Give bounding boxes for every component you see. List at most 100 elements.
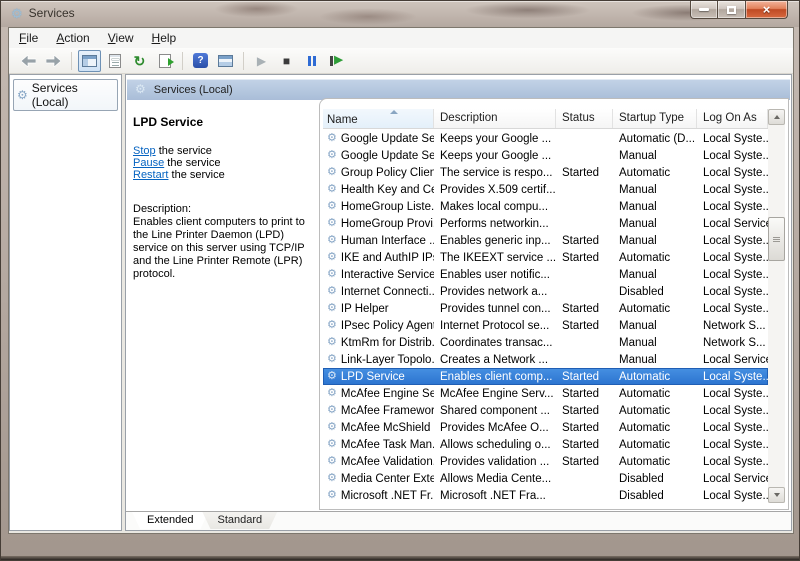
column-header-description[interactable]: Description	[434, 109, 556, 128]
gear-icon: ⚙	[327, 235, 337, 246]
scrollbar-thumb[interactable]	[768, 217, 785, 261]
cell-name: ⚙HomeGroup Liste...	[323, 201, 434, 213]
cell-name: ⚙IP Helper	[323, 303, 434, 315]
cell-startup-type: Manual	[613, 150, 697, 162]
minimize-icon	[699, 8, 709, 11]
cell-status: Started	[556, 456, 613, 468]
column-header-status[interactable]: Status	[556, 109, 613, 128]
gear-icon: ⚙	[327, 320, 337, 331]
client-area: File Action View Help ↻ ?	[8, 27, 794, 534]
table-row[interactable]: ⚙Group Policy ClientThe service is respo…	[323, 164, 768, 181]
properties-button[interactable]	[103, 50, 126, 72]
pane-header-title: Services (Local)	[154, 84, 233, 96]
service-action-links: Stop the servicePause the serviceRestart…	[133, 145, 314, 181]
tab-extended[interactable]: Extended	[132, 512, 208, 529]
cell-startup-type: Manual	[613, 354, 697, 366]
cell-startup-type: Automatic (D...	[613, 133, 697, 145]
scroll-up-button[interactable]	[768, 109, 785, 125]
table-row[interactable]: ⚙HomeGroup Provi...Performs networkin...…	[323, 215, 768, 232]
cell-description: Creates a Network ...	[434, 354, 556, 366]
restart-service-link[interactable]: Restart	[133, 169, 168, 181]
cell-description: Allows Media Cente...	[434, 473, 556, 485]
restart-service-icon: ▶	[330, 55, 342, 66]
table-row[interactable]: ⚙Human Interface ...Enables generic inp.…	[323, 232, 768, 249]
stop-service-button[interactable]: ■	[275, 50, 298, 72]
show-action-pane-button[interactable]	[214, 50, 237, 72]
tree-item-services-local[interactable]: ⚙ Services (Local)	[13, 79, 118, 111]
forward-arrow-icon	[46, 55, 61, 67]
table-row[interactable]: ⚙Google Update Se...Keeps your Google ..…	[323, 130, 768, 147]
cell-name: ⚙ McAfee Framewor...	[323, 405, 434, 417]
table-row[interactable]: ⚙Health Key and Ce...Provides X.509 cert…	[323, 181, 768, 198]
cell-description: Enables client comp...	[434, 371, 556, 383]
table-row[interactable]: ⚙LPD ServiceEnables client comp...Starte…	[323, 368, 768, 385]
service-name-text: Google Update Se...	[341, 150, 434, 162]
pause-service-link[interactable]: Pause	[133, 157, 164, 169]
help-button[interactable]: ?	[189, 50, 212, 72]
sort-ascending-icon	[390, 110, 398, 114]
cell-name: ⚙Google Update Se...	[323, 150, 434, 162]
scroll-down-icon	[774, 493, 780, 497]
column-header-name[interactable]: Name	[323, 109, 434, 128]
service-name-text: McAfee Framewor...	[341, 405, 434, 417]
back-button[interactable]	[17, 50, 40, 72]
table-row[interactable]: ⚙McAfee Task Man...Allows scheduling o..…	[323, 436, 768, 453]
services-list-card: NameDescriptionStatusStartup TypeLog On …	[319, 98, 789, 510]
cell-name: ⚙Microsoft .NET Fr...	[323, 490, 434, 502]
gear-icon: ⚙	[327, 252, 337, 263]
table-row[interactable]: ⚙KtmRm for Distrib...Coordinates transac…	[323, 334, 768, 351]
scroll-down-button[interactable]	[768, 487, 785, 503]
cell-name: ⚙McAfee McShield	[323, 422, 434, 434]
title-bar[interactable]: ⚙ Services ×	[1, 1, 799, 27]
table-row[interactable]: ⚙HomeGroup Liste...Makes local compu...M…	[323, 198, 768, 215]
column-header-log-on-as[interactable]: Log On As	[697, 109, 768, 128]
forward-button[interactable]	[42, 50, 65, 72]
gear-icon: ⚙	[327, 167, 337, 178]
cell-log-on-as: Local Syste...	[697, 422, 768, 434]
table-row[interactable]: ⚙IP HelperProvides tunnel con...StartedA…	[323, 300, 768, 317]
menu-item-action[interactable]: Action	[56, 31, 89, 45]
cell-description: McAfee Engine Serv...	[434, 388, 556, 400]
gear-icon: ⚙	[327, 490, 337, 501]
cell-status: Started	[556, 388, 613, 400]
table-row[interactable]: ⚙Media Center Exte...Allows Media Cente.…	[323, 470, 768, 487]
menu-item-help[interactable]: Help	[152, 31, 177, 45]
start-service-button[interactable]: ▶	[250, 50, 273, 72]
table-row[interactable]: ⚙McAfee Validation...Provides validation…	[323, 453, 768, 470]
tab-standard[interactable]: Standard	[202, 512, 277, 529]
table-row[interactable]: ⚙Microsoft .NET Fr...Microsoft .NET Fra.…	[323, 487, 768, 503]
cell-name: ⚙Internet Connecti...	[323, 286, 434, 298]
cell-log-on-as: Local Syste...	[697, 235, 768, 247]
table-row[interactable]: ⚙McAfee Framewor...Shared component ...S…	[323, 402, 768, 419]
table-row[interactable]: ⚙Link-Layer Topolo...Creates a Network .…	[323, 351, 768, 368]
table-row[interactable]: ⚙McAfee McShieldProvides McAfee O...Star…	[323, 419, 768, 436]
gear-icon: ⚙	[327, 422, 337, 433]
close-button[interactable]: ×	[746, 1, 788, 19]
gear-icon: ⚙	[327, 405, 337, 416]
gear-icon: ⚙	[327, 269, 337, 280]
cell-description: Provides McAfee O...	[434, 422, 556, 434]
table-row[interactable]: ⚙IKE and AuthIP IPs...The IKEEXT service…	[323, 249, 768, 266]
column-header-startup-type[interactable]: Startup Type	[613, 109, 697, 128]
table-row[interactable]: ⚙Google Update Se...Keeps your Google ..…	[323, 147, 768, 164]
export-list-button[interactable]	[153, 50, 176, 72]
show-console-tree-button[interactable]	[78, 50, 101, 72]
minimize-button[interactable]	[690, 1, 718, 19]
menu-item-file[interactable]: File	[19, 31, 38, 45]
table-row[interactable]: ⚙Interactive Service...Enables user noti…	[323, 266, 768, 283]
table-row[interactable]: ⚙Internet Connecti...Provides network a.…	[323, 283, 768, 300]
pause-service-button[interactable]	[300, 50, 323, 72]
table-row[interactable]: ⚙McAfee Engine Se...McAfee Engine Serv..…	[323, 385, 768, 402]
refresh-button[interactable]: ↻	[128, 50, 151, 72]
stop-service-link[interactable]: Stop	[133, 145, 156, 157]
maximize-button[interactable]	[718, 1, 746, 19]
menu-item-view[interactable]: View	[108, 31, 134, 45]
restart-service-button[interactable]: ▶	[325, 50, 348, 72]
table-row[interactable]: ⚙IPsec Policy AgentInternet Protocol se.…	[323, 317, 768, 334]
close-icon: ×	[763, 3, 771, 16]
cell-startup-type: Automatic	[613, 371, 697, 383]
toolbar-separator	[71, 52, 72, 70]
cell-log-on-as: Local Syste...	[697, 371, 768, 383]
vertical-scrollbar[interactable]	[768, 109, 785, 503]
list-header-row: NameDescriptionStatusStartup TypeLog On …	[323, 109, 768, 129]
